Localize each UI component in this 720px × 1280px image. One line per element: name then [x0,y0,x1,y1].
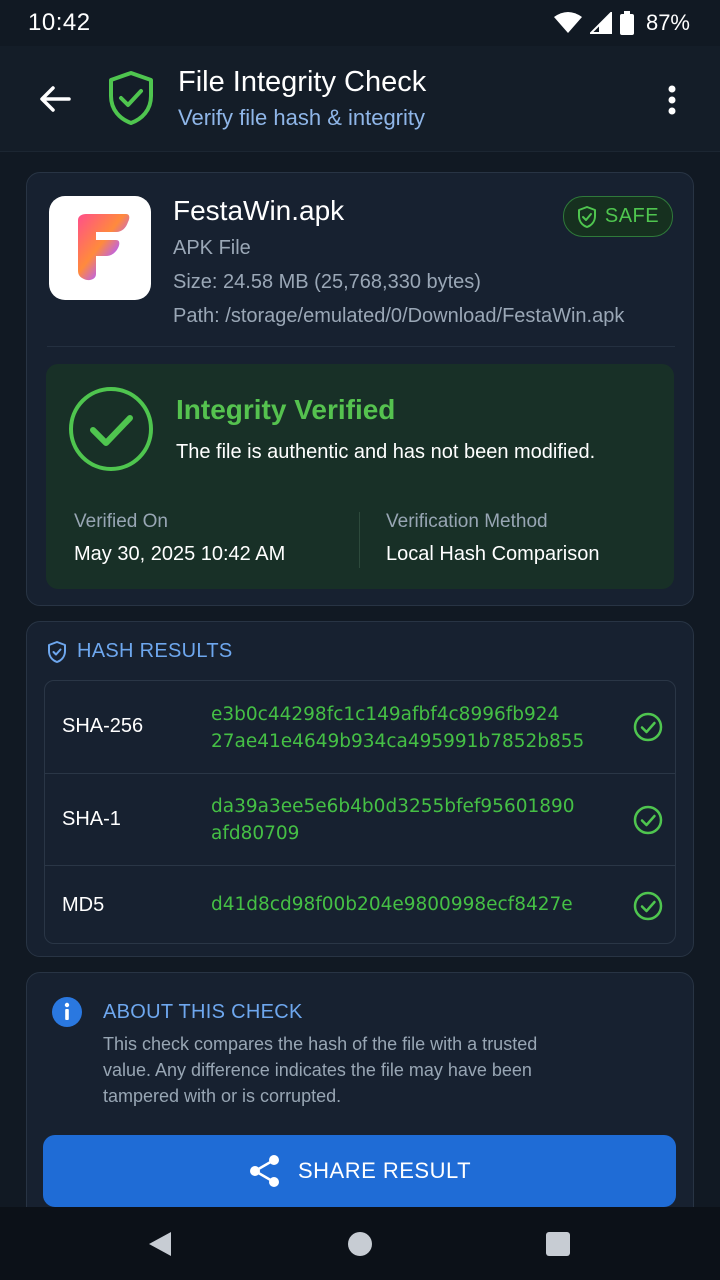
divider [359,512,360,568]
app-bar: File Integrity Check Verify file hash & … [0,46,720,152]
nav-home-icon [348,1232,372,1256]
back-arrow-icon [40,86,71,112]
status-icons: 87% [553,10,690,36]
check-circle-icon [633,891,663,921]
verified-on-value: May 30, 2025 10:42 AM [74,543,286,565]
hash-algorithm: SHA-1 [62,808,121,830]
hash-algorithm: MD5 [62,894,105,916]
more-options-button[interactable] [654,80,690,120]
hash-value-line: da39a3ee5e6b4b0d3255bfef95601890 [211,796,575,817]
divider [47,346,675,347]
verified-on-label: Verified On [74,511,168,532]
shield-check-icon [577,205,596,228]
share-result-button[interactable]: SHARE RESULT [43,1135,676,1207]
status-badge: SAFE [563,196,673,237]
wifi-icon [553,12,582,33]
hash-table: SHA-256 e3b0c44298fc1c149afbf4c8996fb924… [44,680,676,944]
file-name: FestaWin.apk [173,195,345,226]
hash-value[interactable]: da39a3ee5e6b4b0d3255bfef95601890 afd8070… [211,793,575,847]
hash-row-sha1: SHA-1 da39a3ee5e6b4b0d3255bfef95601890 a… [45,773,675,865]
hash-results-header: HASH RESULTS [47,640,233,663]
verification-description: The file is authentic and has not been m… [176,441,596,463]
hash-value[interactable]: e3b0c44298fc1c149afbf4c8996fb924 27ae41e… [211,701,584,755]
file-info-card: FestaWin.apk APK File Size: 24.58 MB (25… [26,172,694,606]
page-subtitle: Verify file hash & integrity [178,105,426,130]
status-time: 10:42 [28,9,91,36]
hash-value-line: e3b0c44298fc1c149afbf4c8996fb924 [211,704,560,725]
check-circle-icon [633,712,663,742]
info-icon [52,997,82,1027]
verification-title: Integrity Verified [176,394,396,425]
hash-results-card: HASH RESULTS SHA-256 e3b0c44298fc1c149af… [26,621,694,957]
share-icon [249,1155,279,1187]
hash-value-line: afd80709 [211,823,300,844]
page-title: File Integrity Check [178,66,427,98]
hash-value[interactable]: d41d8cd98f00b204e9800998ecf8427e [211,891,573,918]
system-nav-bar [0,1207,720,1280]
hash-results-title: HASH RESULTS [77,640,233,662]
hash-row-md5: MD5 d41d8cd98f00b204e9800998ecf8427e [45,865,675,943]
shield-check-icon [48,640,66,663]
hash-value-line: 27ae41e4649b934ca495991b7852b855 [211,731,585,752]
hash-row-sha256: SHA-256 e3b0c44298fc1c149afbf4c8996fb924… [45,681,675,773]
file-type: APK File [173,237,251,259]
file-size: Size: 24.58 MB (25,768,330 bytes) [173,271,481,293]
battery-percent: 87% [645,10,690,35]
hash-value-line: d41d8cd98f00b204e9800998ecf8427e [211,894,573,915]
verification-method-value: Local Hash Comparison [386,543,600,565]
verification-panel: Integrity Verified The file is authentic… [46,364,674,589]
festawin-logo-icon [49,196,151,300]
about-title: ABOUT THIS CHECK [103,1001,303,1023]
nav-back-icon [149,1232,171,1256]
more-vert-icon [668,85,676,115]
nav-back-button[interactable] [146,1230,174,1258]
check-circle-icon [68,386,154,477]
battery-icon [619,11,634,35]
nav-recents-icon [546,1232,570,1256]
signal-icon [589,12,612,34]
nav-home-button[interactable] [346,1230,374,1258]
status-bar: 10:42 87% [0,0,720,46]
file-path: Path: /storage/emulated/0/Download/Festa… [173,305,625,327]
about-text: This check compares the hash of the file… [103,1034,538,1106]
verification-method-label: Verification Method [386,511,548,532]
share-result-label: SHARE RESULT [297,1158,472,1183]
back-button[interactable] [34,78,76,120]
hash-algorithm: SHA-256 [62,715,144,737]
check-circle-icon [633,805,663,835]
shield-check-icon [106,70,156,131]
nav-recents-button[interactable] [544,1230,572,1258]
status-badge-label: SAFE [604,205,660,227]
